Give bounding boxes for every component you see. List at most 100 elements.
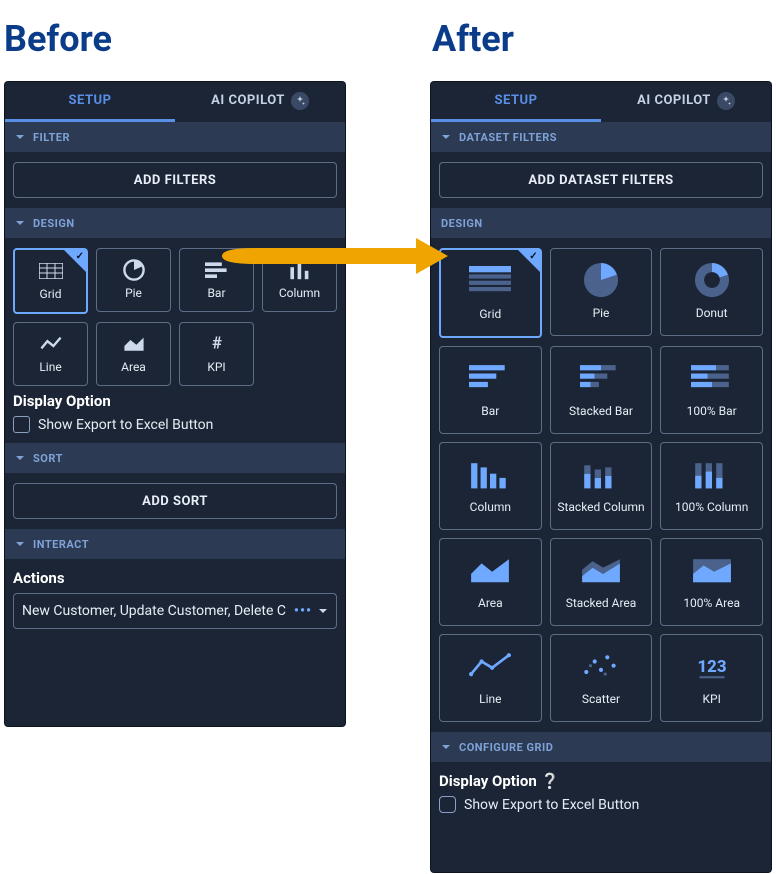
chart-tile-area[interactable]: Area (439, 538, 542, 626)
export-checkbox-row[interactable]: Show Export to Excel Button (13, 416, 337, 433)
sparkle-icon (291, 92, 309, 110)
chart-type-grid: Grid Pie Donut Bar Stacked Bar 100% Ba (439, 248, 763, 722)
export-checkbox-row[interactable]: Show Export to Excel Button (439, 796, 763, 813)
tile-label: Stacked Column (557, 500, 644, 514)
add-filters-button[interactable]: ADD FILTERS (13, 162, 337, 198)
section-title: DESIGN (33, 217, 75, 230)
stacked-area-icon (580, 554, 622, 586)
chart-tile-grid[interactable]: Grid (439, 248, 542, 338)
tile-label: Scatter (582, 692, 620, 706)
scatter-icon (580, 650, 622, 682)
tile-label: KPI (702, 692, 720, 706)
tile-label: Bar (481, 404, 499, 418)
chart-tile-bar[interactable]: Bar (179, 248, 254, 312)
grid-icon (39, 261, 63, 281)
tile-label: 100% Area (683, 596, 740, 610)
selected-check-icon (64, 250, 86, 272)
donut-icon (691, 264, 733, 296)
add-sort-button[interactable]: ADD SORT (13, 483, 337, 519)
tile-label: Stacked Bar (569, 404, 633, 418)
chart-tile-column[interactable]: Column (262, 248, 337, 312)
line-icon (469, 650, 511, 682)
chart-tile-100-bar[interactable]: 100% Bar (660, 346, 763, 434)
column-icon (288, 260, 312, 280)
section-design[interactable]: DESIGN (5, 208, 345, 238)
column-icon (469, 458, 511, 490)
tile-label: Column (279, 286, 320, 300)
actions-dropdown[interactable]: New Customer, Update Customer, Delete C … (13, 593, 337, 629)
kpi-icon: 123 (691, 650, 733, 682)
tile-label: Area (478, 596, 503, 610)
add-dataset-filters-button[interactable]: ADD DATASET FILTERS (439, 162, 763, 198)
pct-area-icon (691, 554, 733, 586)
tab-setup[interactable]: SETUP (5, 82, 175, 122)
before-panel: SETUP AI COPILOT FILTER ADD FILTERS DESI… (5, 82, 345, 726)
export-label: Show Export to Excel Button (38, 417, 213, 433)
pct-bar-icon (691, 362, 733, 394)
chart-tile-area[interactable]: Area (96, 322, 171, 386)
chart-tile-kpi[interactable]: # KPI (179, 322, 254, 386)
tile-label: 100% Column (675, 500, 748, 514)
bar-icon (469, 362, 511, 394)
checkbox-icon (13, 416, 30, 433)
section-configure-grid[interactable]: CONFIGURE GRID (431, 732, 771, 762)
chart-tile-stacked-area[interactable]: Stacked Area (550, 538, 653, 626)
section-title: INTERACT (33, 538, 89, 551)
tab-setup[interactable]: SETUP (431, 82, 601, 122)
tab-ai-copilot[interactable]: AI COPILOT (175, 82, 345, 122)
chevron-down-icon (15, 453, 25, 463)
section-title: SORT (33, 452, 63, 465)
heading-after: After (432, 18, 514, 60)
actions-label: Actions (13, 569, 337, 587)
tile-label: Bar (207, 286, 225, 300)
bar-icon (205, 260, 229, 280)
section-title: DESIGN (441, 217, 483, 230)
chart-tile-column[interactable]: Column (439, 442, 542, 530)
chart-tile-pie[interactable]: Pie (550, 248, 653, 336)
ellipsis-icon: ••• (294, 603, 312, 619)
chart-tile-grid[interactable]: Grid (13, 248, 88, 314)
tile-label: Line (39, 360, 61, 374)
help-icon[interactable]: ❔ (541, 772, 560, 790)
area-icon (469, 554, 511, 586)
chevron-down-icon (318, 606, 328, 616)
chart-tile-stacked-column[interactable]: Stacked Column (550, 442, 653, 530)
section-sort[interactable]: SORT (5, 443, 345, 473)
section-title: CONFIGURE GRID (459, 741, 553, 754)
chart-tile-100-area[interactable]: 100% Area (660, 538, 763, 626)
chart-tile-kpi[interactable]: 123 KPI (660, 634, 763, 722)
chart-tile-pie[interactable]: Pie (96, 248, 171, 312)
chevron-down-icon (15, 218, 25, 228)
tile-label: Pie (125, 286, 142, 300)
chart-tile-stacked-bar[interactable]: Stacked Bar (550, 346, 653, 434)
section-filter[interactable]: FILTER (5, 122, 345, 152)
chevron-down-icon (441, 132, 451, 142)
section-dataset-filters[interactable]: DATASET FILTERS (431, 122, 771, 152)
selected-check-icon (518, 250, 540, 272)
kpi-icon: # (205, 334, 229, 354)
stacked-column-icon (580, 458, 622, 490)
chart-tile-scatter[interactable]: Scatter (550, 634, 653, 722)
svg-text:123: 123 (697, 657, 726, 677)
chart-tile-line[interactable]: Line (439, 634, 542, 722)
stacked-bar-icon (580, 362, 622, 394)
line-icon (39, 334, 63, 354)
pct-column-icon (691, 458, 733, 490)
chevron-down-icon (441, 742, 451, 752)
tile-label: Donut (696, 306, 728, 320)
chart-tile-bar[interactable]: Bar (439, 346, 542, 434)
tile-label: Grid (40, 287, 62, 301)
chart-tile-line[interactable]: Line (13, 322, 88, 386)
section-design[interactable]: DESIGN (431, 208, 771, 238)
display-option-title: Display Option❔ (439, 772, 763, 790)
tile-label: Grid (479, 307, 501, 321)
tabs: SETUP AI COPILOT (5, 82, 345, 122)
chart-tile-100-column[interactable]: 100% Column (660, 442, 763, 530)
dropdown-value: New Customer, Update Customer, Delete C (22, 603, 288, 619)
chart-type-grid: Grid Pie Bar Column Line Area (13, 248, 337, 386)
chevron-down-icon (15, 132, 25, 142)
section-interact[interactable]: INTERACT (5, 529, 345, 559)
chart-tile-donut[interactable]: Donut (660, 248, 763, 336)
tab-ai-copilot[interactable]: AI COPILOT (601, 82, 771, 122)
tab-ai-label: AI COPILOT (637, 93, 711, 108)
